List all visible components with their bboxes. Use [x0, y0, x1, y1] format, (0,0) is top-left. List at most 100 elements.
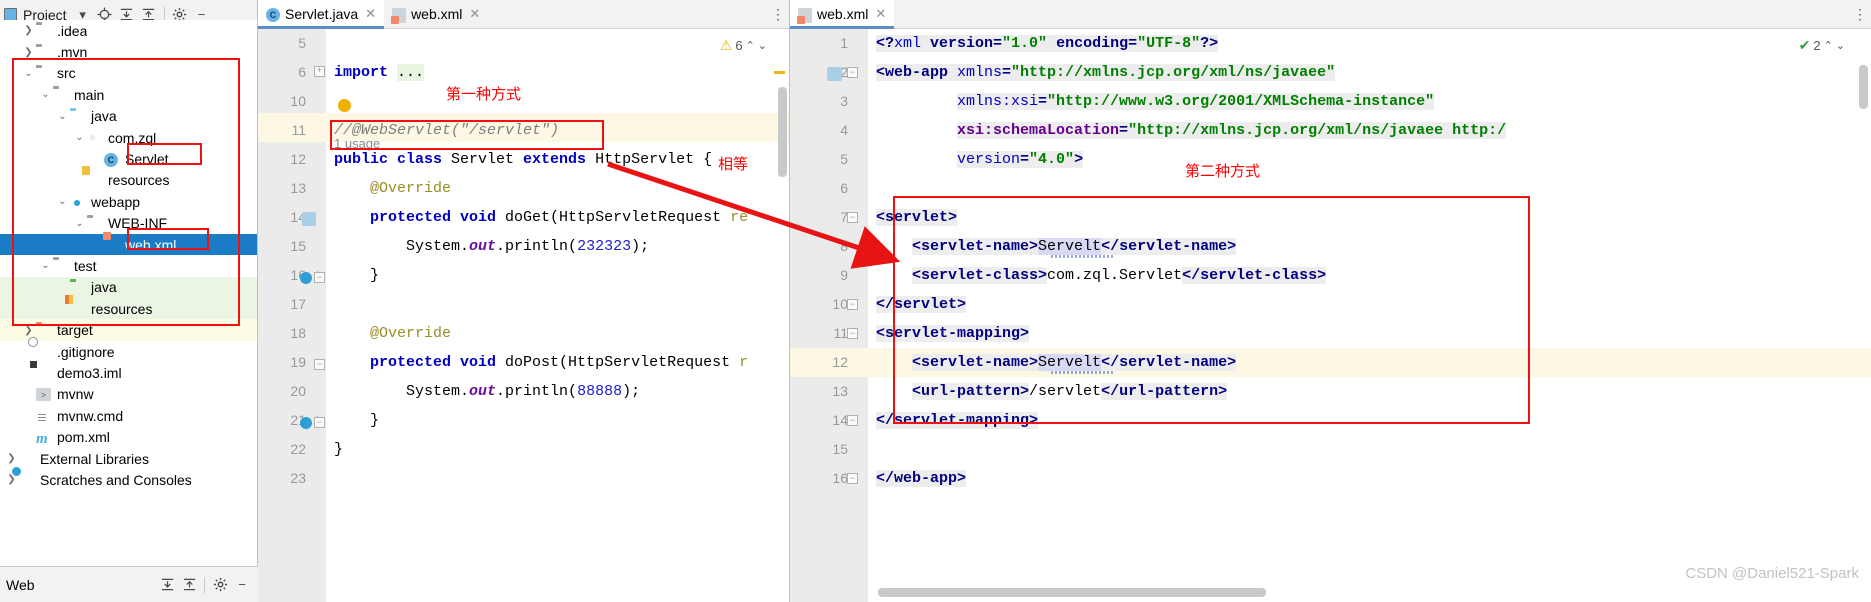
tree-node-scratches-and-consoles[interactable]: ❯ Scratches and Consoles	[0, 469, 257, 490]
tree-node-resources[interactable]: · resources	[0, 170, 257, 191]
fold-collapse-icon[interactable]: −	[847, 212, 858, 223]
tree-expander-icon[interactable]: ❯	[4, 474, 19, 485]
tree-expander-icon[interactable]: ❯	[21, 47, 36, 58]
tree-node-external-libraries[interactable]: ❯ External Libraries	[0, 448, 257, 469]
tree-expander-icon[interactable]: ·	[21, 346, 36, 357]
class-marker-icon[interactable]	[302, 212, 316, 226]
more-options-icon[interactable]: ⋮	[1849, 0, 1871, 28]
line-number: 17	[290, 296, 306, 312]
xml-file-icon	[391, 7, 407, 24]
tree-node-servlet[interactable]: ·CServlet	[0, 148, 257, 169]
tree-expander-icon[interactable]: ⌄	[72, 218, 87, 229]
warning-icon: ⚠	[719, 37, 733, 53]
right-gutter[interactable]	[790, 29, 868, 602]
fold-collapse-icon[interactable]: −	[847, 473, 858, 484]
tree-node--gitignore[interactable]: · .gitignore	[0, 341, 257, 362]
tree-node-main[interactable]: ⌄ main	[0, 84, 257, 105]
fold-expand-icon[interactable]: +	[314, 66, 325, 77]
tree-node-resources[interactable]: · resources	[0, 298, 257, 320]
tree-node-java[interactable]: ⌄ java	[0, 106, 257, 127]
package-icon	[87, 131, 104, 145]
right-vertical-scrollbar[interactable]	[1859, 65, 1868, 109]
tree-node-mvnw[interactable]: ·> mvnw	[0, 384, 257, 405]
tree-node-mvnw-cmd[interactable]: · mvnw.cmd	[0, 405, 257, 426]
tree-expander-icon[interactable]: ·	[21, 432, 36, 443]
chevron-up-icon[interactable]: ⌃	[746, 39, 755, 52]
web-tool-label[interactable]: Web	[6, 577, 155, 593]
fold-collapse-icon[interactable]: −	[847, 328, 858, 339]
fold-collapse-icon[interactable]: −	[314, 272, 325, 283]
override-method-icon[interactable]	[300, 272, 312, 284]
more-options-icon[interactable]: ⋮	[767, 0, 789, 28]
tree-expander-icon[interactable]: ⌄	[38, 260, 53, 271]
tree-expander-icon[interactable]: ·	[21, 367, 36, 378]
override-method-icon[interactable]	[300, 417, 312, 429]
tree-node-test[interactable]: ⌄ test	[0, 255, 257, 276]
tree-expander-icon[interactable]: ·	[55, 303, 70, 314]
tree-node--idea[interactable]: ❯ .idea	[0, 20, 257, 41]
inspection-widget-center[interactable]: ⚠ 6 ⌃ ⌄	[720, 37, 767, 54]
fold-collapse-icon[interactable]: −	[847, 415, 858, 426]
line-number: 12	[290, 151, 306, 167]
tree-node-com-zql[interactable]: ⌄ com.zql	[0, 127, 257, 148]
close-icon[interactable]: ✕	[365, 6, 376, 22]
tree-node-demo3-iml[interactable]: · demo3.iml	[0, 362, 257, 383]
tab-servlet-java[interactable]: C Servlet.java ✕	[258, 0, 385, 29]
tree-node-src[interactable]: ⌄ src	[0, 63, 257, 84]
tab-web-xml[interactable]: web.xml ✕	[384, 0, 488, 28]
tree-expander-icon[interactable]: ·	[21, 389, 36, 400]
tree-expander-icon[interactable]: ·	[72, 175, 87, 186]
tree-expander-icon[interactable]: ⌄	[21, 68, 36, 79]
close-icon[interactable]: ✕	[875, 6, 886, 22]
tree-node--mvn[interactable]: ❯ .mvn	[0, 41, 257, 62]
line-number: 15	[290, 238, 306, 254]
tree-node-java[interactable]: · java	[0, 276, 257, 299]
expand-all-icon[interactable]	[157, 575, 177, 595]
code-line: @Override	[370, 325, 452, 342]
tree-node-webapp[interactable]: ⌄ webapp	[0, 191, 257, 212]
chevron-down-icon[interactable]: ⌄	[1836, 39, 1845, 52]
tree-expander-icon[interactable]: ⌄	[55, 196, 70, 207]
collapse-all-icon[interactable]	[179, 575, 199, 595]
close-icon[interactable]: ✕	[469, 6, 480, 22]
fold-collapse-icon[interactable]: −	[314, 359, 325, 370]
fold-collapse-icon[interactable]: −	[314, 417, 325, 428]
tree-expander-icon[interactable]: ·	[89, 239, 104, 250]
tab-web-xml-right[interactable]: web.xml ✕	[790, 0, 895, 29]
center-editor-tabbar: C Servlet.java ✕ web.xml ✕ ⋮	[258, 0, 789, 29]
tree-node-pom-xml[interactable]: ·m pom.xml	[0, 426, 257, 447]
usage-inlay-hint[interactable]: 1 usage	[334, 136, 380, 151]
tree-expander-icon[interactable]: ·	[89, 154, 104, 165]
fold-collapse-icon[interactable]: −	[847, 67, 858, 78]
hide-window-icon[interactable]: −	[232, 575, 252, 595]
inspection-widget-right[interactable]: ✔ 2 ⌃ ⌄	[1799, 37, 1845, 54]
project-tree[interactable]: ❯.idea❯.mvn⌄src⌄main⌄java⌄com.zql·CServl…	[0, 20, 257, 566]
chevron-up-icon[interactable]: ⌃	[1824, 39, 1833, 52]
tree-expander-icon[interactable]: ·	[21, 410, 36, 421]
right-code-area[interactable]: <?xml version="1.0" encoding="UTF-8"?> <…	[868, 29, 1871, 602]
tree-expander-icon[interactable]: ⌄	[38, 89, 53, 100]
tree-node-web-inf[interactable]: ⌄ WEB-INF	[0, 213, 257, 234]
settings-gear-icon[interactable]	[210, 575, 230, 595]
tree-expander-icon[interactable]: ⌄	[72, 132, 87, 143]
namespace-marker-icon[interactable]	[827, 67, 842, 81]
intention-bulb-icon[interactable]	[338, 99, 351, 112]
folder-icon	[36, 45, 53, 59]
tree-expander-icon[interactable]: ❯	[21, 325, 36, 336]
line-number: 8	[840, 238, 848, 254]
center-editor-body[interactable]: 5 6 10 11 12 13 14 15 16 17 18 19 20 21 22 23 import ..…	[258, 29, 789, 602]
right-editor-body[interactable]: 1 2 3 4 5 6 7 8 9 10 11 12 13 14 15 16 <?xml version="1…	[790, 29, 1871, 602]
tree-node-label: resources	[108, 172, 170, 189]
tree-expander-icon[interactable]: ·	[55, 282, 70, 293]
center-vertical-scrollbar[interactable]	[778, 87, 787, 177]
tree-expander-icon[interactable]: ⌄	[55, 111, 70, 122]
tree-node-web-xml[interactable]: · web.xml	[0, 233, 257, 256]
tree-node-target[interactable]: ❯ target	[0, 319, 257, 341]
tree-expander-icon[interactable]: ❯	[4, 453, 19, 464]
tree-expander-icon[interactable]: ❯	[21, 25, 36, 36]
code-line: <?xml version="1.0" encoding="UTF-8"?>	[876, 35, 1219, 52]
right-horizontal-scrollbar[interactable]	[878, 588, 1266, 597]
fold-collapse-icon[interactable]: −	[847, 299, 858, 310]
center-code-area[interactable]: import ... //@WebServlet("/servlet") pub…	[314, 29, 789, 602]
chevron-down-icon[interactable]: ⌄	[758, 39, 767, 52]
